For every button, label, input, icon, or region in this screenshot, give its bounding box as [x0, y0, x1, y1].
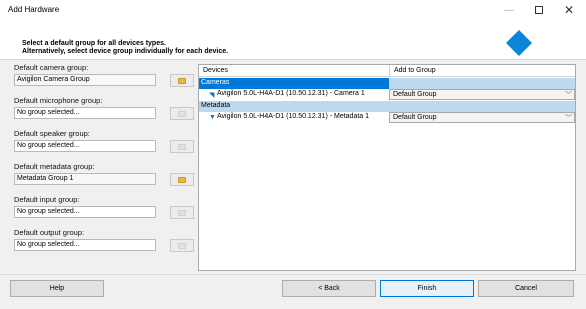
device-group-select-metadata-1[interactable]: Default Group ﹀ — [389, 112, 575, 123]
close-button[interactable]: ✕ — [554, 0, 584, 20]
default-output-group-browse-button[interactable] — [170, 239, 194, 252]
default-metadata-group-field[interactable]: Metadata Group 1 — [14, 173, 156, 185]
column-header-devices[interactable]: Devices — [203, 67, 228, 74]
device-group-select-camera-1[interactable]: Default Group ﹀ — [389, 89, 575, 100]
metadata-icon: ▼ — [209, 114, 216, 121]
section-label-metadata: Metadata — [201, 102, 231, 109]
default-metadata-group-label: Default metadata group: — [14, 162, 95, 171]
maximize-button[interactable] — [524, 0, 554, 20]
section-row-cameras[interactable]: Cameras — [199, 78, 575, 89]
section-group-cell — [389, 78, 575, 89]
default-microphone-group-label: Default microphone group: — [14, 96, 103, 105]
default-input-group-field[interactable]: No group selected... — [14, 206, 156, 218]
chevron-down-icon: ﹀ — [565, 115, 572, 122]
window-title: Add Hardware — [8, 5, 60, 14]
title-bar: Add Hardware — ✕ — [0, 0, 586, 20]
cancel-button[interactable]: Cancel — [478, 280, 574, 297]
default-input-group-label: Default input group: — [14, 195, 80, 204]
section-group-cell — [389, 101, 575, 112]
finish-button[interactable]: Finish — [380, 280, 474, 297]
instruction-line-1: Select a default group for all devices t… — [22, 40, 166, 47]
section-label-cameras: Cameras — [201, 79, 230, 86]
default-speaker-group-label: Default speaker group: — [14, 129, 90, 138]
default-microphone-group-field[interactable]: No group selected... — [14, 107, 156, 119]
folder-icon — [178, 143, 186, 150]
default-output-group-label: Default output group: — [14, 228, 85, 237]
folder-icon — [178, 176, 186, 183]
minimize-button[interactable]: — — [494, 0, 524, 20]
column-divider[interactable] — [389, 65, 390, 77]
default-camera-group-browse-button[interactable] — [170, 74, 194, 87]
section-row-metadata[interactable]: Metadata — [199, 101, 575, 112]
default-camera-group-label: Default camera group: — [14, 63, 89, 72]
default-output-group-field[interactable]: No group selected... — [14, 239, 156, 251]
instructions: Select a default group for all devices t… — [22, 40, 228, 56]
diamond-logo-icon — [506, 30, 532, 56]
wizard-header: Select a default group for all devices t… — [0, 20, 586, 60]
device-group-value: Default Group — [393, 91, 437, 98]
device-grid: Devices Add to Group Cameras ◥ Avigilon … — [198, 64, 576, 271]
device-row-camera-1[interactable]: ◥ Avigilon 5.0L-H4A-D1 (10.50.12.31) - C… — [199, 89, 575, 100]
instruction-line-2: Alternatively, select device group indiv… — [22, 48, 229, 55]
default-camera-group-field[interactable]: Avigilon Camera Group — [14, 74, 156, 86]
default-speaker-group-browse-button[interactable] — [170, 140, 194, 153]
device-name-camera-1: Avigilon 5.0L-H4A-D1 (10.50.12.31) - Cam… — [217, 90, 365, 97]
default-speaker-group-field[interactable]: No group selected... — [14, 140, 156, 152]
camera-icon: ◥ — [209, 92, 215, 99]
maximize-icon — [535, 6, 543, 14]
folder-icon — [178, 209, 186, 216]
grid-header: Devices Add to Group — [199, 65, 575, 77]
default-microphone-group-browse-button[interactable] — [170, 107, 194, 120]
folder-icon — [178, 110, 186, 117]
help-button[interactable]: Help — [10, 280, 104, 297]
folder-icon — [178, 242, 186, 249]
device-row-metadata-1[interactable]: ▼ Avigilon 5.0L-H4A-D1 (10.50.12.31) - M… — [199, 112, 575, 123]
back-button[interactable]: < Back — [282, 280, 376, 297]
folder-icon — [178, 77, 186, 84]
wizard-footer: Help < Back Finish Cancel — [0, 274, 586, 309]
chevron-down-icon: ﹀ — [565, 92, 572, 99]
default-input-group-browse-button[interactable] — [170, 206, 194, 219]
column-header-add-to-group[interactable]: Add to Group — [394, 67, 436, 74]
default-metadata-group-browse-button[interactable] — [170, 173, 194, 186]
device-group-value: Default Group — [393, 114, 437, 121]
device-name-metadata-1: Avigilon 5.0L-H4A-D1 (10.50.12.31) - Met… — [217, 113, 370, 120]
